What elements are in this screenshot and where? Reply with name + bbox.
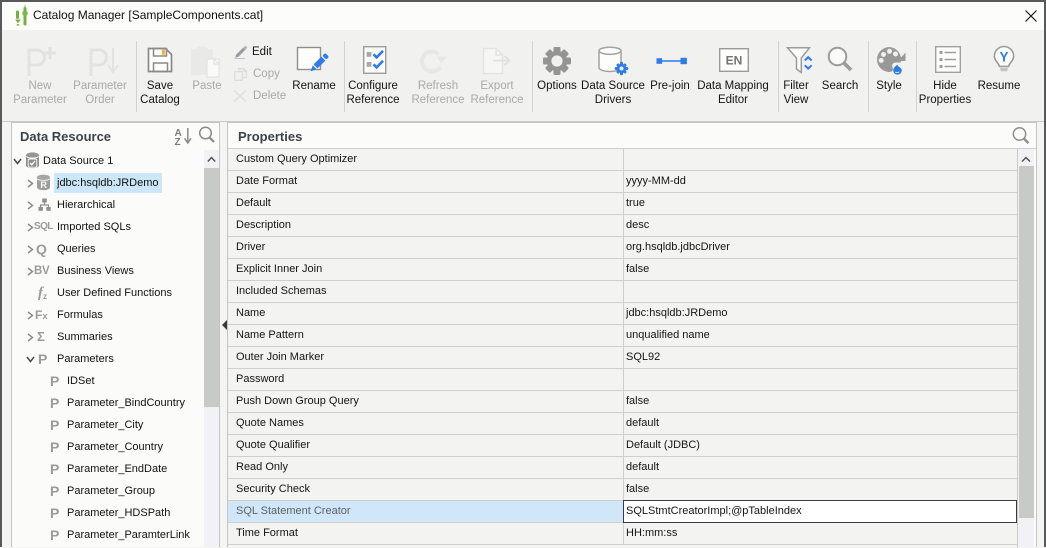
svg-text:EN: EN xyxy=(726,54,743,68)
svg-text:Y: Y xyxy=(999,50,1008,65)
svg-text:R: R xyxy=(40,180,47,190)
